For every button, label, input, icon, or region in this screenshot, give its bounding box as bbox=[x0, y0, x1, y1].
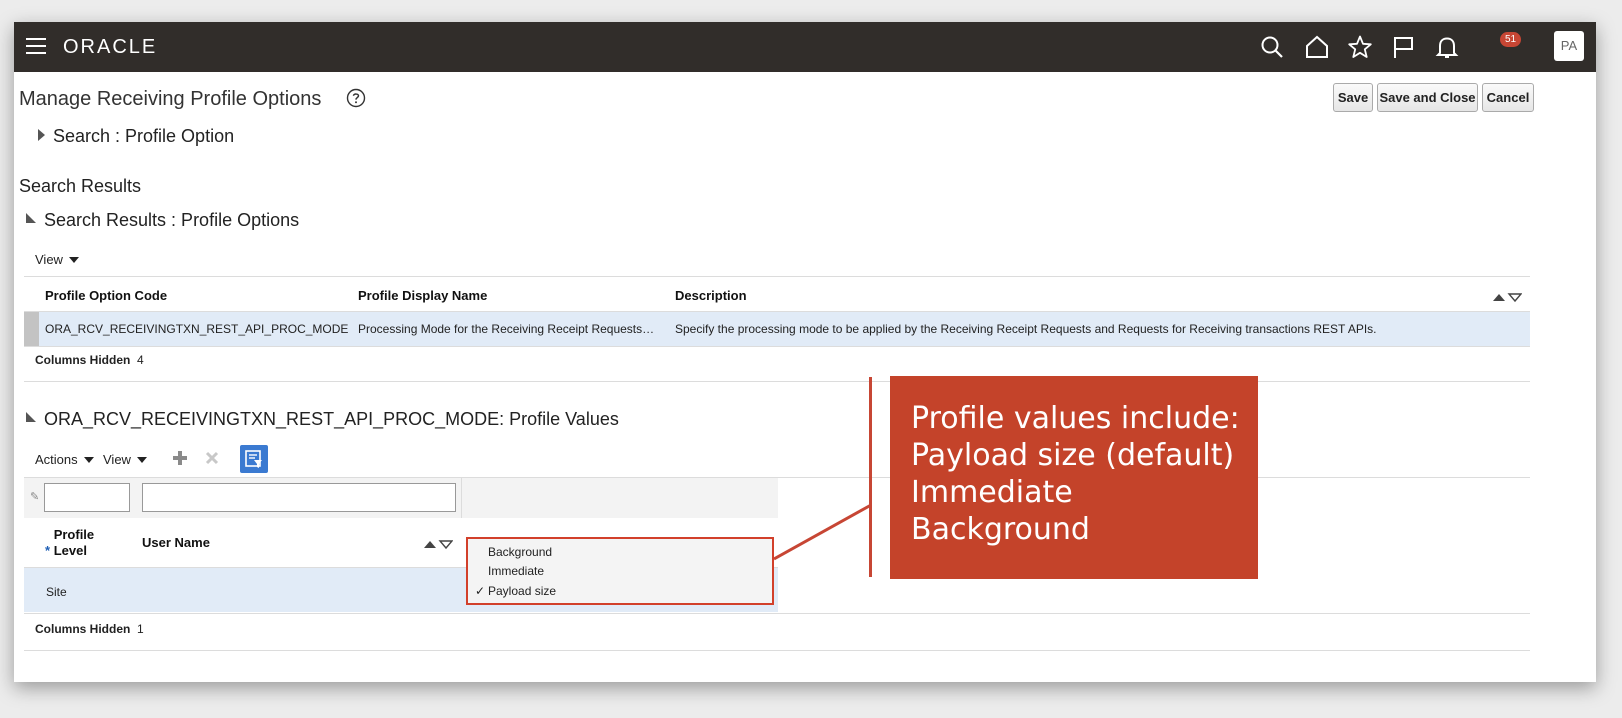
user-avatar[interactable]: PA bbox=[1554, 31, 1584, 61]
home-icon[interactable] bbox=[1304, 34, 1330, 60]
callout-connector bbox=[774, 503, 872, 561]
collapse-triangle-icon bbox=[26, 412, 36, 422]
edit-filter-icon: ✎ bbox=[30, 491, 40, 503]
app-window: ORACLE 51 PA Manage Receiving Profile Op… bbox=[14, 22, 1596, 682]
menu-icon[interactable] bbox=[26, 38, 46, 54]
col-header-profile-level[interactable]: * Profile Level bbox=[45, 527, 114, 559]
actions-menu[interactable]: Actions bbox=[35, 452, 94, 467]
col-header-profile-option-code[interactable]: Profile Option Code bbox=[45, 288, 167, 303]
columns-hidden-status: Columns Hidden 1 bbox=[35, 622, 144, 636]
notifications-bell-icon[interactable] bbox=[1434, 34, 1460, 60]
profile-level-filter-input[interactable] bbox=[44, 483, 130, 512]
chevron-down-icon bbox=[83, 457, 94, 463]
delete-icon[interactable] bbox=[204, 450, 220, 466]
help-icon[interactable] bbox=[346, 88, 366, 108]
col-header-description[interactable]: Description bbox=[675, 288, 747, 303]
search-results-heading: Search Results bbox=[19, 176, 142, 196]
page-title: Manage Receiving Profile Options bbox=[19, 88, 322, 110]
profile-option-code-cell: ORA_RCV_RECEIVINGTXN_REST_API_PROC_MODE bbox=[45, 322, 349, 336]
profile-options-panel-header[interactable]: Search Results : Profile Options bbox=[26, 210, 299, 231]
sort-icon[interactable] bbox=[1492, 290, 1523, 303]
cancel-button[interactable]: Cancel bbox=[1482, 83, 1534, 112]
divider bbox=[24, 276, 1530, 277]
description-cell: Specify the processing mode to be applie… bbox=[675, 322, 1377, 336]
search-icon[interactable] bbox=[1259, 34, 1285, 60]
save-button[interactable]: Save bbox=[1333, 83, 1373, 112]
collapse-triangle-icon bbox=[26, 213, 36, 223]
columns-hidden-status: Columns Hidden 4 bbox=[35, 353, 144, 367]
add-icon[interactable] bbox=[172, 450, 188, 466]
flag-icon[interactable] bbox=[1391, 34, 1417, 60]
notification-count-badge: 51 bbox=[1500, 32, 1522, 47]
user-name-filter-input[interactable] bbox=[142, 483, 456, 512]
option-payload-size[interactable]: Payload size bbox=[488, 584, 556, 598]
global-header: ORACLE 51 PA bbox=[14, 22, 1596, 72]
callout-annotation: Profile values include: Payload size (de… bbox=[890, 376, 1258, 579]
profile-level-cell: Site bbox=[46, 585, 67, 599]
oracle-logo[interactable]: ORACLE bbox=[63, 36, 157, 59]
chevron-down-icon bbox=[68, 257, 79, 263]
search-disclosure[interactable]: Search : Profile Option bbox=[38, 126, 234, 147]
row-selector[interactable] bbox=[24, 312, 39, 346]
view-menu[interactable]: View bbox=[35, 252, 79, 267]
save-and-close-button[interactable]: Save and Close bbox=[1377, 83, 1478, 112]
query-by-example-icon[interactable] bbox=[240, 445, 268, 473]
expand-triangle-icon bbox=[38, 129, 45, 141]
chevron-down-icon bbox=[136, 457, 147, 463]
option-background[interactable]: Background bbox=[488, 545, 552, 559]
option-immediate[interactable]: Immediate bbox=[488, 564, 544, 578]
profile-value-dropdown[interactable]: Background Immediate ✓ Payload size bbox=[466, 537, 774, 605]
favorites-star-icon[interactable] bbox=[1347, 34, 1373, 60]
values-view-menu[interactable]: View bbox=[103, 452, 147, 467]
sort-icon[interactable] bbox=[423, 537, 454, 550]
callout-bar bbox=[869, 377, 872, 577]
checkmark-icon: ✓ bbox=[475, 584, 486, 598]
profile-values-panel-header[interactable]: ORA_RCV_RECEIVINGTXN_REST_API_PROC_MODE:… bbox=[26, 409, 619, 430]
col-header-profile-display-name[interactable]: Profile Display Name bbox=[358, 288, 487, 303]
profile-display-name-cell: Processing Mode for the Receiving Receip… bbox=[358, 322, 655, 336]
col-header-user-name[interactable]: User Name bbox=[142, 535, 210, 550]
